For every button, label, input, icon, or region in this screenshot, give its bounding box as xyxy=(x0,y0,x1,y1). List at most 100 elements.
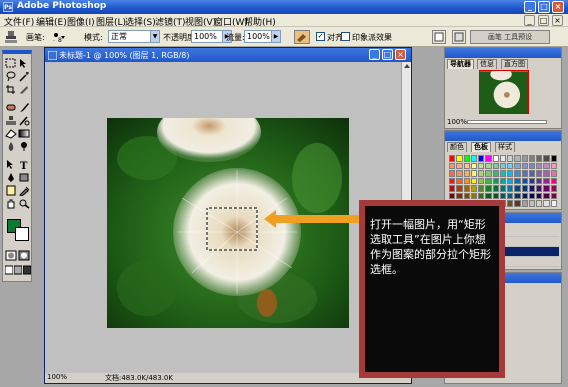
opacity-input[interactable]: 100% xyxy=(191,30,223,43)
marquee-tool-icon[interactable] xyxy=(5,58,17,69)
flow-input[interactable]: 100% xyxy=(244,30,272,43)
gradient-tool-icon[interactable] xyxy=(18,128,30,139)
color-swatch[interactable] xyxy=(492,185,499,192)
color-swatch[interactable] xyxy=(550,162,557,170)
impressionist-checkbox[interactable] xyxy=(341,32,350,41)
tab-swatches[interactable]: 色板 xyxy=(471,142,491,152)
color-swatch[interactable] xyxy=(485,192,492,200)
clone-stamp-tool-icon[interactable] xyxy=(4,30,18,44)
hand-tool-icon[interactable] xyxy=(5,198,17,209)
tab-color[interactable]: 颜色 xyxy=(447,142,467,152)
airbrush-toggle-icon[interactable] xyxy=(294,30,310,44)
color-swatch[interactable] xyxy=(514,170,521,177)
color-swatch[interactable] xyxy=(543,155,550,162)
color-swatch[interactable] xyxy=(463,177,470,185)
color-swatch[interactable] xyxy=(507,162,514,170)
standard-screen-mode-icon[interactable] xyxy=(5,265,13,276)
color-swatch[interactable] xyxy=(550,185,557,192)
color-swatch[interactable] xyxy=(499,185,507,192)
doc-window-minimize-button[interactable]: _ xyxy=(369,49,380,60)
doc-window-maximize-button[interactable]: □ xyxy=(382,49,393,60)
color-swatch[interactable] xyxy=(521,177,528,185)
color-swatch[interactable] xyxy=(507,177,514,185)
color-swatch[interactable] xyxy=(536,177,543,185)
color-swatch[interactable] xyxy=(536,170,543,177)
color-swatch[interactable] xyxy=(543,192,550,200)
color-swatch[interactable] xyxy=(463,185,470,192)
color-swatch[interactable] xyxy=(456,170,463,177)
color-swatch[interactable] xyxy=(478,192,485,200)
color-swatch[interactable] xyxy=(485,185,492,192)
color-swatch[interactable] xyxy=(456,162,463,170)
color-swatch[interactable] xyxy=(543,185,550,192)
tab-info[interactable]: 信息 xyxy=(477,59,497,69)
color-swatch[interactable] xyxy=(478,155,485,162)
color-swatch[interactable] xyxy=(492,170,499,177)
color-swatch[interactable] xyxy=(492,162,499,170)
color-swatch[interactable] xyxy=(514,192,521,200)
color-swatch[interactable] xyxy=(478,162,485,170)
color-swatch[interactable] xyxy=(536,185,543,192)
crop-tool-icon[interactable] xyxy=(5,84,17,95)
color-swatch[interactable] xyxy=(499,177,507,185)
blur-tool-icon[interactable] xyxy=(5,141,17,152)
file-browser-icon[interactable] xyxy=(432,30,446,44)
color-swatch[interactable] xyxy=(470,162,478,170)
color-swatch[interactable] xyxy=(550,192,557,200)
color-swatch[interactable] xyxy=(550,177,557,185)
color-swatch[interactable] xyxy=(521,192,528,200)
color-swatch[interactable] xyxy=(543,177,550,185)
color-swatch[interactable] xyxy=(543,162,550,170)
doc-close-button[interactable]: × xyxy=(552,15,563,26)
dodge-tool-icon[interactable] xyxy=(18,141,30,152)
aligned-checkbox[interactable]: ✓ xyxy=(316,32,325,41)
eraser-tool-icon[interactable] xyxy=(5,128,17,139)
navigator-palette-header[interactable] xyxy=(445,48,561,58)
color-swatch[interactable] xyxy=(463,170,470,177)
color-swatch[interactable] xyxy=(550,200,557,207)
color-swatch[interactable] xyxy=(528,155,536,162)
color-swatch[interactable] xyxy=(485,162,492,170)
minimize-button[interactable]: _ xyxy=(524,1,536,13)
zoom-level[interactable]: 100% xyxy=(47,373,67,381)
color-swatch[interactable] xyxy=(536,162,543,170)
color-swatch[interactable] xyxy=(521,162,528,170)
color-swatch[interactable] xyxy=(528,192,536,200)
color-swatch[interactable] xyxy=(521,155,528,162)
type-tool-icon[interactable]: T xyxy=(18,159,30,170)
pen-tool-icon[interactable] xyxy=(5,172,17,183)
color-swatch[interactable] xyxy=(478,170,485,177)
color-swatch[interactable] xyxy=(456,185,463,192)
color-swatch[interactable] xyxy=(470,192,478,200)
mode-dropdown-arrow-icon[interactable]: ▼ xyxy=(150,30,160,43)
color-swatch[interactable] xyxy=(485,170,492,177)
color-swatch[interactable] xyxy=(449,185,456,192)
color-swatch[interactable] xyxy=(499,162,507,170)
toggle-palettes-icon[interactable] xyxy=(452,30,466,44)
color-swatch[interactable] xyxy=(463,192,470,200)
color-swatch[interactable] xyxy=(528,185,536,192)
healing-brush-tool-icon[interactable] xyxy=(5,102,17,113)
color-swatch[interactable] xyxy=(514,200,521,207)
background-color-swatch[interactable] xyxy=(15,227,29,241)
color-swatch[interactable] xyxy=(550,155,557,162)
color-swatch[interactable] xyxy=(456,177,463,185)
color-swatch[interactable] xyxy=(528,162,536,170)
color-swatch[interactable] xyxy=(536,200,543,207)
path-selection-tool-icon[interactable] xyxy=(5,159,17,170)
color-swatch[interactable] xyxy=(499,155,507,162)
quick-mask-mode-icon[interactable] xyxy=(18,250,30,261)
color-swatch[interactable] xyxy=(536,155,543,162)
close-button[interactable]: × xyxy=(552,1,564,13)
tab-navigator[interactable]: 导航器 xyxy=(447,59,474,69)
color-swatch[interactable] xyxy=(456,155,463,162)
color-swatch[interactable] xyxy=(514,155,521,162)
color-swatch[interactable] xyxy=(463,155,470,162)
color-swatch[interactable] xyxy=(507,185,514,192)
eyedropper-tool-icon[interactable] xyxy=(18,185,30,196)
color-swatch[interactable] xyxy=(528,170,536,177)
tab-histogram[interactable]: 直方图 xyxy=(501,59,528,69)
color-swatch[interactable] xyxy=(478,177,485,185)
color-swatch[interactable] xyxy=(456,192,463,200)
color-swatch[interactable] xyxy=(514,177,521,185)
